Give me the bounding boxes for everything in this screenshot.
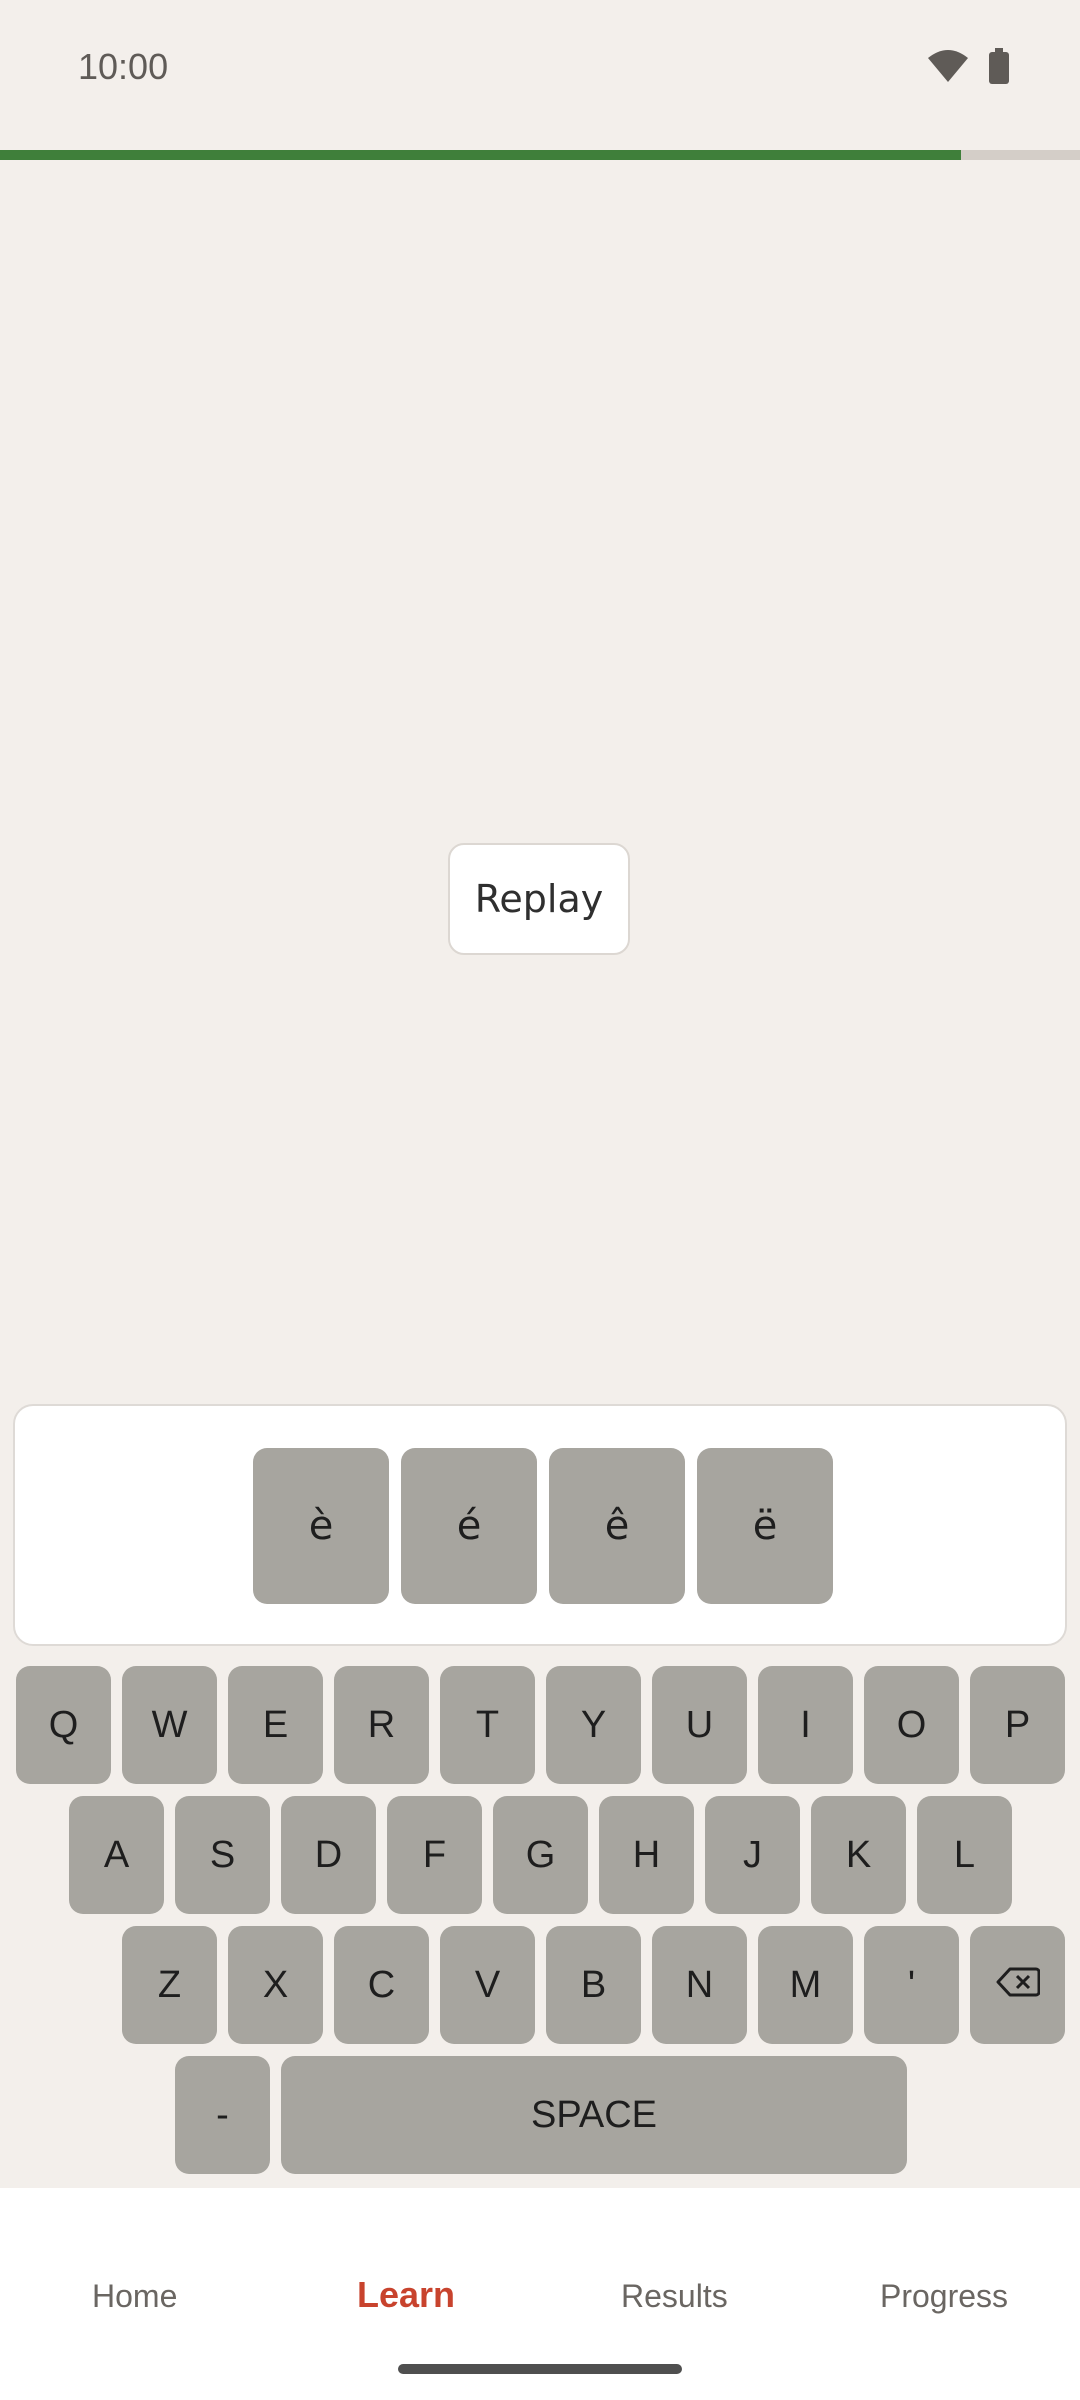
letter-key[interactable]: V — [440, 1926, 535, 2044]
letter-key[interactable]: F — [387, 1796, 482, 1914]
status-time: 10:00 — [78, 46, 169, 87]
battery-icon — [988, 48, 1010, 84]
nav-results[interactable]: Results — [621, 2278, 728, 2315]
letter-key[interactable]: P — [970, 1666, 1065, 1784]
wifi-icon — [926, 48, 970, 84]
lesson-progress-fill — [0, 150, 962, 160]
status-icons — [926, 48, 1010, 84]
letter-key[interactable]: X — [228, 1926, 323, 2044]
letter-key[interactable]: I — [758, 1666, 853, 1784]
keyboard-row-3: Z X C V B N M ' — [122, 1926, 1065, 2044]
replay-button[interactable]: Replay — [448, 843, 630, 955]
keyboard-row-4: - SPACE — [175, 2056, 907, 2174]
keyboard-row-2: ASDFGHJKL — [69, 1796, 1012, 1914]
accent-key[interactable]: è — [253, 1448, 389, 1604]
accent-key[interactable]: ê — [549, 1448, 685, 1604]
nav-learn[interactable]: Learn — [357, 2274, 455, 2316]
lesson-progress-bar — [0, 150, 1080, 160]
letter-key[interactable]: C — [334, 1926, 429, 2044]
backspace-icon — [996, 1964, 1040, 2007]
letter-key[interactable]: T — [440, 1666, 535, 1784]
letter-key[interactable]: O — [864, 1666, 959, 1784]
accent-keys-row: èéêë — [253, 1448, 833, 1604]
letter-key[interactable]: H — [599, 1796, 694, 1914]
letter-key[interactable]: J — [705, 1796, 800, 1914]
letter-key[interactable]: Y — [546, 1666, 641, 1784]
letter-key[interactable]: K — [811, 1796, 906, 1914]
backspace-key[interactable] — [970, 1926, 1065, 2044]
letter-key[interactable]: U — [652, 1666, 747, 1784]
key-dash[interactable]: - — [175, 2056, 270, 2174]
accent-key[interactable]: é — [401, 1448, 537, 1604]
nav-home[interactable]: Home — [92, 2278, 177, 2315]
accent-key[interactable]: ë — [697, 1448, 833, 1604]
letter-key[interactable]: A — [69, 1796, 164, 1914]
letter-key[interactable]: ' — [864, 1926, 959, 2044]
key-space[interactable]: SPACE — [281, 2056, 907, 2174]
letter-key[interactable]: S — [175, 1796, 270, 1914]
status-bar: 10:00 — [0, 0, 1080, 140]
letter-key[interactable]: L — [917, 1796, 1012, 1914]
on-screen-keyboard: QWERTYUIOP ASDFGHJKL Z X C V B N M ' - SPACE — [0, 1666, 1080, 2186]
letter-key[interactable]: M — [758, 1926, 853, 2044]
letter-key[interactable]: B — [546, 1926, 641, 2044]
letter-key[interactable]: R — [334, 1666, 429, 1784]
letter-key[interactable]: D — [281, 1796, 376, 1914]
letter-key[interactable]: W — [122, 1666, 217, 1784]
home-indicator[interactable] — [398, 2364, 682, 2374]
letter-key[interactable]: N — [652, 1926, 747, 2044]
accent-keys-panel: èéêë — [13, 1404, 1067, 1646]
letter-key[interactable]: Z — [122, 1926, 217, 2044]
letter-key[interactable]: G — [493, 1796, 588, 1914]
letter-key[interactable]: Q — [16, 1666, 111, 1784]
letter-key[interactable]: E — [228, 1666, 323, 1784]
keyboard-row-1: QWERTYUIOP — [16, 1666, 1065, 1784]
nav-progress[interactable]: Progress — [880, 2278, 1008, 2315]
